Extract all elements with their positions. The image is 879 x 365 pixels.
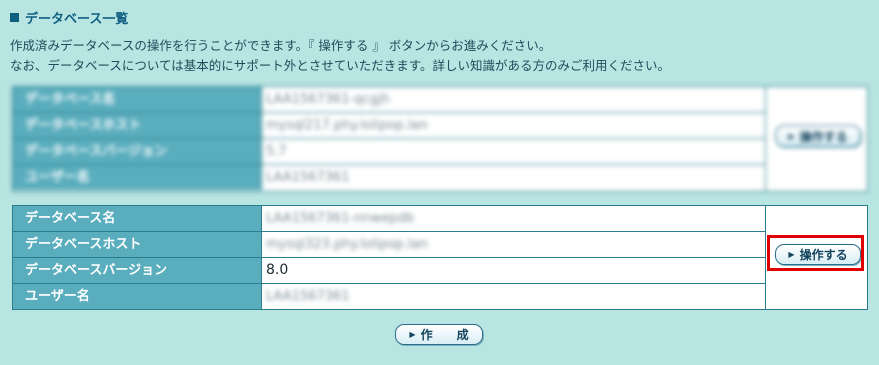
field-value: LAA1567361-qcgjh	[266, 92, 390, 107]
database-fields: データベース名 LAA1567361-qcgjh データベースホスト mysql…	[13, 87, 765, 190]
field-row: データベースホスト mysql217.phy.lolipop.lan	[13, 113, 765, 139]
field-label: データベースホスト	[13, 113, 262, 138]
section-heading: データベース一覧	[10, 8, 128, 27]
operate-button-label: 操作する	[799, 129, 848, 144]
field-label: データベースバージョン	[13, 258, 262, 283]
action-cell: ▶ 操作する	[765, 87, 867, 191]
field-row: データベースバージョン 5.7	[13, 139, 765, 165]
triangle-right-icon: ▶	[788, 131, 795, 141]
field-row: データベース名 LAA1567361-nnwepdb	[13, 206, 765, 232]
database-fields: データベース名 LAA1567361-nnwepdb データベースホスト mys…	[13, 206, 765, 309]
highlight-box	[767, 235, 864, 271]
section-title: データベース一覧	[25, 12, 129, 27]
field-label: ユーザー名	[13, 165, 262, 190]
field-row: データベース名 LAA1567361-qcgjh	[13, 87, 765, 113]
field-value: LAA1567361	[266, 289, 350, 304]
description: 作成済みデータベースの操作を行うことができます。『 操作する 』 ボタンからお進…	[10, 36, 870, 76]
create-button-label: 作 成	[420, 328, 469, 342]
field-value: LAA1567361-nnwepdb	[266, 211, 415, 226]
triangle-right-icon: ▶	[409, 330, 416, 339]
create-button[interactable]: ▶ 作 成	[395, 324, 483, 345]
database-table-1: データベース名 LAA1567361-qcgjh データベースホスト mysql…	[12, 86, 868, 192]
square-bullet-icon	[10, 13, 19, 22]
field-row: ユーザー名 LAA1567361	[13, 284, 765, 309]
operate-button[interactable]: ▶ 操作する	[775, 125, 861, 147]
description-line-2: なお、データベースについては基本的にサポート外とさせていただきます。詳しい知識が…	[10, 58, 671, 73]
field-row: データベースホスト mysql323.phy.lolipop.lan	[13, 232, 765, 258]
database-table-2: データベース名 LAA1567361-nnwepdb データベースホスト mys…	[12, 205, 868, 310]
field-label: データベースバージョン	[13, 139, 262, 164]
field-label: データベース名	[13, 87, 262, 112]
field-label: データベース名	[13, 206, 262, 231]
field-value: LAA1567361	[266, 170, 350, 185]
field-value: 5.7	[266, 144, 287, 159]
field-row: ユーザー名 LAA1567361	[13, 165, 765, 190]
field-value: mysql323.phy.lolipop.lan	[266, 237, 428, 252]
description-line-1: 作成済みデータベースの操作を行うことができます。『 操作する 』 ボタンからお進…	[10, 38, 552, 53]
field-row: データベースバージョン 8.0	[13, 258, 765, 284]
field-label: ユーザー名	[13, 284, 262, 309]
field-value: 8.0	[266, 262, 289, 278]
field-label: データベースホスト	[13, 232, 262, 257]
field-value: mysql217.phy.lolipop.lan	[266, 118, 428, 133]
